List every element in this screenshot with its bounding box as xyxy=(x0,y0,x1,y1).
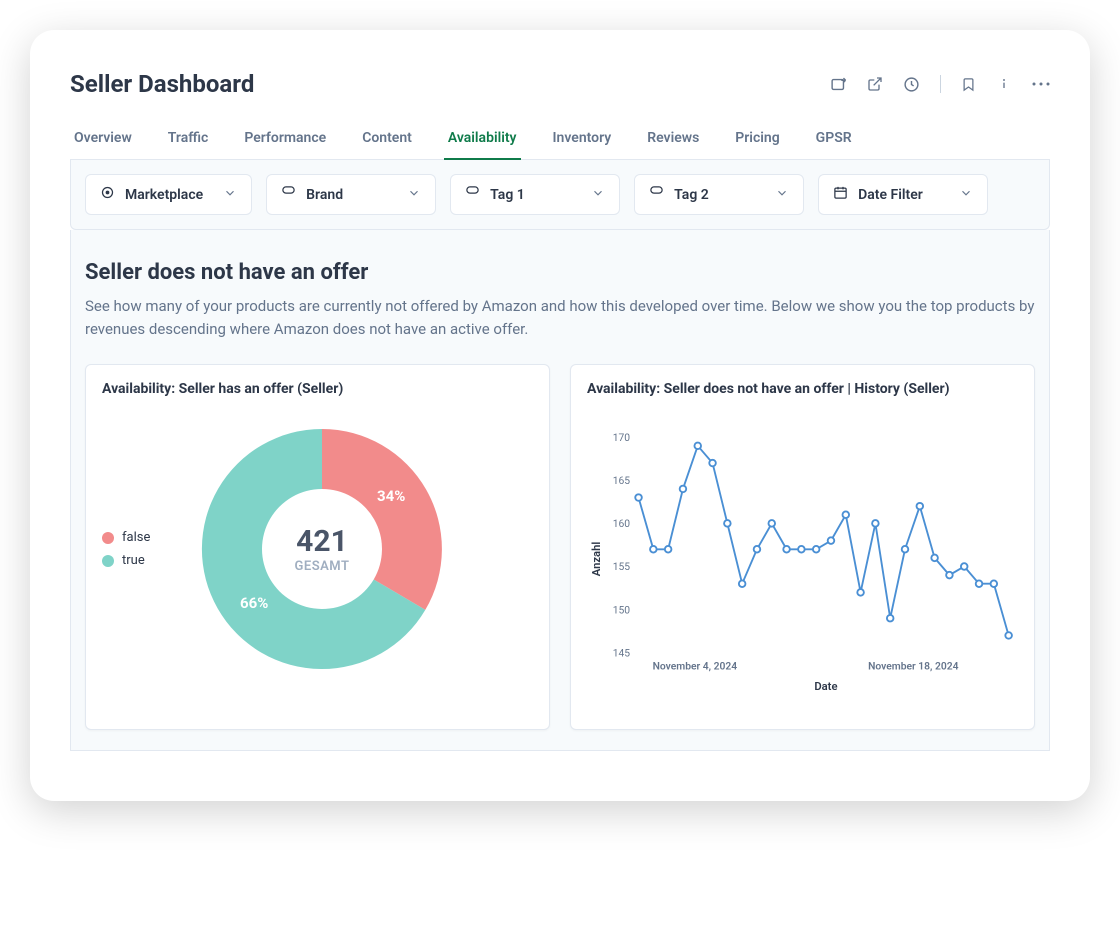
tab-content[interactable]: Content xyxy=(358,122,416,160)
export-icon[interactable] xyxy=(830,76,847,93)
chevron-down-icon xyxy=(223,186,237,204)
dashboard-card: Seller Dashboard Overview Traf xyxy=(30,30,1090,801)
info-icon[interactable] xyxy=(996,76,1012,92)
action-icons xyxy=(830,75,1050,93)
filter-tag2[interactable]: Tag 2 xyxy=(634,174,804,215)
donut-pct-true: 66% xyxy=(240,594,268,612)
legend-swatch xyxy=(102,555,114,567)
tag-icon xyxy=(281,185,296,204)
tab-reviews[interactable]: Reviews xyxy=(643,122,703,160)
tag-icon xyxy=(649,185,664,204)
history-icon[interactable] xyxy=(903,76,920,93)
legend-label: false xyxy=(122,530,150,545)
target-icon xyxy=(100,185,115,204)
more-icon[interactable] xyxy=(1032,82,1050,86)
svg-text:150: 150 xyxy=(613,603,631,616)
donut-total-label: GESAMT xyxy=(295,559,350,574)
chevron-down-icon xyxy=(959,186,973,204)
tab-pricing[interactable]: Pricing xyxy=(731,122,783,160)
donut-pct-false: 34% xyxy=(377,487,405,505)
svg-text:170: 170 xyxy=(613,431,631,444)
tab-overview[interactable]: Overview xyxy=(70,122,136,160)
tab-traffic[interactable]: Traffic xyxy=(164,122,213,160)
chart-title: Availability: Seller has an offer (Selle… xyxy=(102,381,533,397)
section-title: Seller does not have an offer xyxy=(85,260,1035,285)
filter-label: Date Filter xyxy=(858,187,923,203)
filter-date[interactable]: Date Filter xyxy=(818,174,988,215)
separator xyxy=(940,75,941,93)
legend-swatch xyxy=(102,532,114,544)
bookmark-icon[interactable] xyxy=(961,76,976,93)
filter-label: Marketplace xyxy=(125,187,203,203)
svg-text:160: 160 xyxy=(613,517,631,530)
svg-text:165: 165 xyxy=(613,474,631,487)
content-area: Seller does not have an offer See how ma… xyxy=(70,230,1050,751)
line-chart: Anzahl 145 150 155 160 165 170 November … xyxy=(587,409,1018,709)
filter-tag1[interactable]: Tag 1 xyxy=(450,174,620,215)
x-tick: November 4, 2024 xyxy=(653,660,738,673)
tab-inventory[interactable]: Inventory xyxy=(549,122,616,160)
filter-brand[interactable]: Brand xyxy=(266,174,436,215)
chevron-down-icon xyxy=(591,186,605,204)
x-axis-label: Date xyxy=(814,680,837,693)
section-description: See how many of your products are curren… xyxy=(85,295,1035,340)
donut-chart: 421 GESAMT 34% 66% xyxy=(182,409,462,689)
calendar-icon xyxy=(833,185,848,204)
page-title: Seller Dashboard xyxy=(70,70,254,98)
charts-row: Availability: Seller has an offer (Selle… xyxy=(85,364,1035,730)
filter-label: Tag 1 xyxy=(490,187,525,203)
chevron-down-icon xyxy=(407,186,421,204)
donut-center: 421 GESAMT xyxy=(295,524,350,574)
chevron-down-icon xyxy=(775,186,789,204)
filter-bar: Marketplace Brand Tag 1 Tag 2 Date Filte… xyxy=(70,160,1050,230)
x-tick: November 18, 2024 xyxy=(868,660,959,673)
y-axis-label: Anzahl xyxy=(590,542,603,577)
line-chart-card: Availability: Seller does not have an of… xyxy=(570,364,1035,730)
donut-chart-card: Availability: Seller has an offer (Selle… xyxy=(85,364,550,730)
tab-performance[interactable]: Performance xyxy=(240,122,330,160)
legend-item-false: false xyxy=(102,530,172,545)
external-link-icon[interactable] xyxy=(867,76,883,92)
tab-availability[interactable]: Availability xyxy=(444,122,521,160)
filter-label: Brand xyxy=(306,187,343,203)
svg-text:155: 155 xyxy=(613,560,631,573)
tabs: Overview Traffic Performance Content Ava… xyxy=(70,122,1050,160)
tag-icon xyxy=(465,185,480,204)
donut-legend: false true xyxy=(102,530,172,568)
chart-title: Availability: Seller does not have an of… xyxy=(587,381,1018,397)
filter-marketplace[interactable]: Marketplace xyxy=(85,174,252,215)
donut-total: 421 xyxy=(295,524,350,559)
tab-gpsr[interactable]: GPSR xyxy=(812,122,856,160)
filter-label: Tag 2 xyxy=(674,187,709,203)
header: Seller Dashboard xyxy=(70,70,1050,98)
svg-text:145: 145 xyxy=(613,646,631,659)
y-ticks: 145 150 155 160 165 170 xyxy=(613,431,631,660)
legend-item-true: true xyxy=(102,553,172,568)
legend-label: true xyxy=(122,553,145,568)
